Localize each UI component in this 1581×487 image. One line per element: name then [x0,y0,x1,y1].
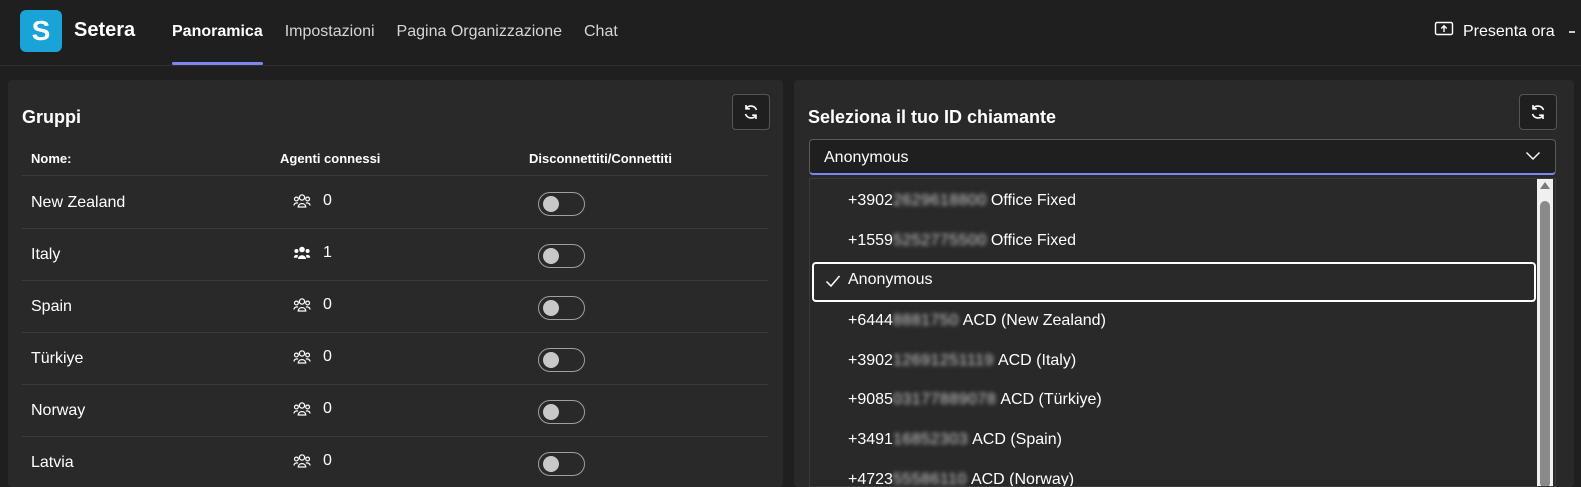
table-row: Türkiye 0 [22,333,768,385]
people-outline-icon [293,194,311,208]
option-text: +472355586110 ACD (Norway) [848,471,1075,487]
group-name: New Zealand [31,194,126,211]
tab-panoramica[interactable]: Panoramica [172,0,263,66]
app-header: S Setera Panoramica Impostazioni Pagina … [0,0,1581,66]
connect-toggle[interactable] [538,244,585,268]
toggle-knob [543,248,559,264]
group-name: Spain [31,298,72,315]
agents-count: 0 [323,348,332,365]
scroll-up-arrow-icon[interactable] [1540,182,1550,189]
caller-id-panel: Seleziona il tuo ID chiamante Anonymous … [794,80,1574,487]
redacted-number: 5252775500 [892,232,987,249]
agents-cell: 0 [293,452,332,470]
share-screen-icon [1434,20,1463,43]
caller-id-option[interactable]: +15595252775500 Office Fixed [810,223,1536,261]
redacted-number: 2629618800 [892,192,987,209]
present-now-button[interactable]: Presenta ora [1434,20,1555,43]
agents-cell: 0 [293,296,332,314]
more-options-icon[interactable] [1569,31,1575,33]
groups-panel: Gruppi Nome: Agenti connessi Disconnetti… [8,80,783,487]
caller-id-option-selected[interactable]: Anonymous [812,262,1536,302]
toggle-knob [543,196,559,212]
option-text: +349116852303 ACD (Spain) [848,431,1062,448]
caller-id-option[interactable]: +472355586110 ACD (Norway) [810,462,1536,487]
agents-count: 1 [323,244,332,261]
option-text: +390212691251119 ACD (Italy) [848,352,1077,369]
table-row: Latvia 0 [22,437,768,487]
refresh-icon [744,105,758,119]
agents-count: 0 [323,296,332,313]
people-filled-icon [293,246,311,259]
caller-id-option[interactable]: +908503177889078 ACD (Türkiye) [810,382,1536,420]
caller-id-refresh-button[interactable] [1519,94,1557,130]
toggle-knob [543,352,559,368]
caller-id-option[interactable]: +39022629618800 Office Fixed [810,183,1536,221]
agents-cell: 0 [293,192,332,210]
toggle-knob [543,456,559,472]
scroll-thumb[interactable] [1540,201,1550,486]
table-row: Norway 0 [22,385,768,437]
agents-count: 0 [323,452,332,469]
tab-chat[interactable]: Chat [584,0,618,66]
caller-id-listbox: +39022629618800 Office Fixed +15595252775… [809,178,1556,487]
col-name: Nome: [31,151,72,166]
table-row: New Zealand 0 [22,177,768,229]
connect-toggle[interactable] [538,400,585,424]
app-name: Setera [74,19,136,41]
groups-table-header: Nome: Agenti connessi Disconnettiti/Conn… [22,148,768,176]
agents-cell: 1 [293,244,332,262]
caller-id-dropdown[interactable]: Anonymous [809,139,1556,175]
agents-cell: 0 [293,400,332,418]
agents-cell: 0 [293,348,332,366]
group-name: Latvia [31,454,74,471]
option-text: +39022629618800 Office Fixed [848,192,1076,209]
agents-count: 0 [323,192,332,209]
toggle-knob [543,300,559,316]
group-name: Norway [31,402,86,419]
listbox-scrollbar[interactable] [1537,179,1553,486]
toggle-knob [543,404,559,420]
redacted-number: 12691251119 [892,352,994,369]
caller-id-option[interactable]: +64448881750 ACD (New Zealand) [810,303,1536,341]
people-outline-icon [293,298,311,312]
agents-count: 0 [323,400,332,417]
col-toggle: Disconnettiti/Connettiti [529,151,672,166]
table-row: Spain 0 [22,281,768,333]
group-name: Italy [31,246,61,263]
app-logo: S [20,10,62,52]
caller-id-option[interactable]: +349116852303 ACD (Spain) [810,422,1536,460]
option-text: +15595252775500 Office Fixed [848,232,1076,249]
option-text: +908503177889078 ACD (Türkiye) [848,391,1102,408]
checkmark-icon [825,275,841,288]
connect-toggle[interactable] [538,452,585,476]
connect-toggle[interactable] [538,192,585,216]
groups-refresh-button[interactable] [732,94,770,130]
nav-tabs: Panoramica Impostazioni Pagina Organizza… [172,0,640,66]
col-agents: Agenti connessi [280,151,381,166]
redacted-number: 03177889078 [892,391,997,408]
tab-pagina-organizzazione[interactable]: Pagina Organizzazione [397,0,562,66]
people-outline-icon [293,454,311,468]
people-outline-icon [293,402,311,416]
caller-id-option[interactable]: +390212691251119 ACD (Italy) [810,343,1536,381]
groups-title: Gruppi [22,107,81,127]
connect-toggle[interactable] [538,296,585,320]
option-text: Anonymous [848,271,933,288]
redacted-number: 8881750 [892,312,959,329]
redacted-number: 55586110 [892,471,967,487]
present-now-label: Presenta ora [1463,22,1555,40]
tab-impostazioni[interactable]: Impostazioni [285,0,375,66]
refresh-icon [1531,105,1545,119]
caller-id-title: Seleziona il tuo ID chiamante [808,107,1057,127]
connect-toggle[interactable] [538,348,585,372]
chevron-down-icon [1526,152,1540,160]
caller-id-selected-value: Anonymous [824,149,909,166]
people-outline-icon [293,350,311,364]
redacted-number: 16852303 [892,431,969,448]
option-text: +64448881750 ACD (New Zealand) [848,312,1106,329]
table-row: Italy 1 [22,229,768,281]
group-name: Türkiye [31,350,84,367]
